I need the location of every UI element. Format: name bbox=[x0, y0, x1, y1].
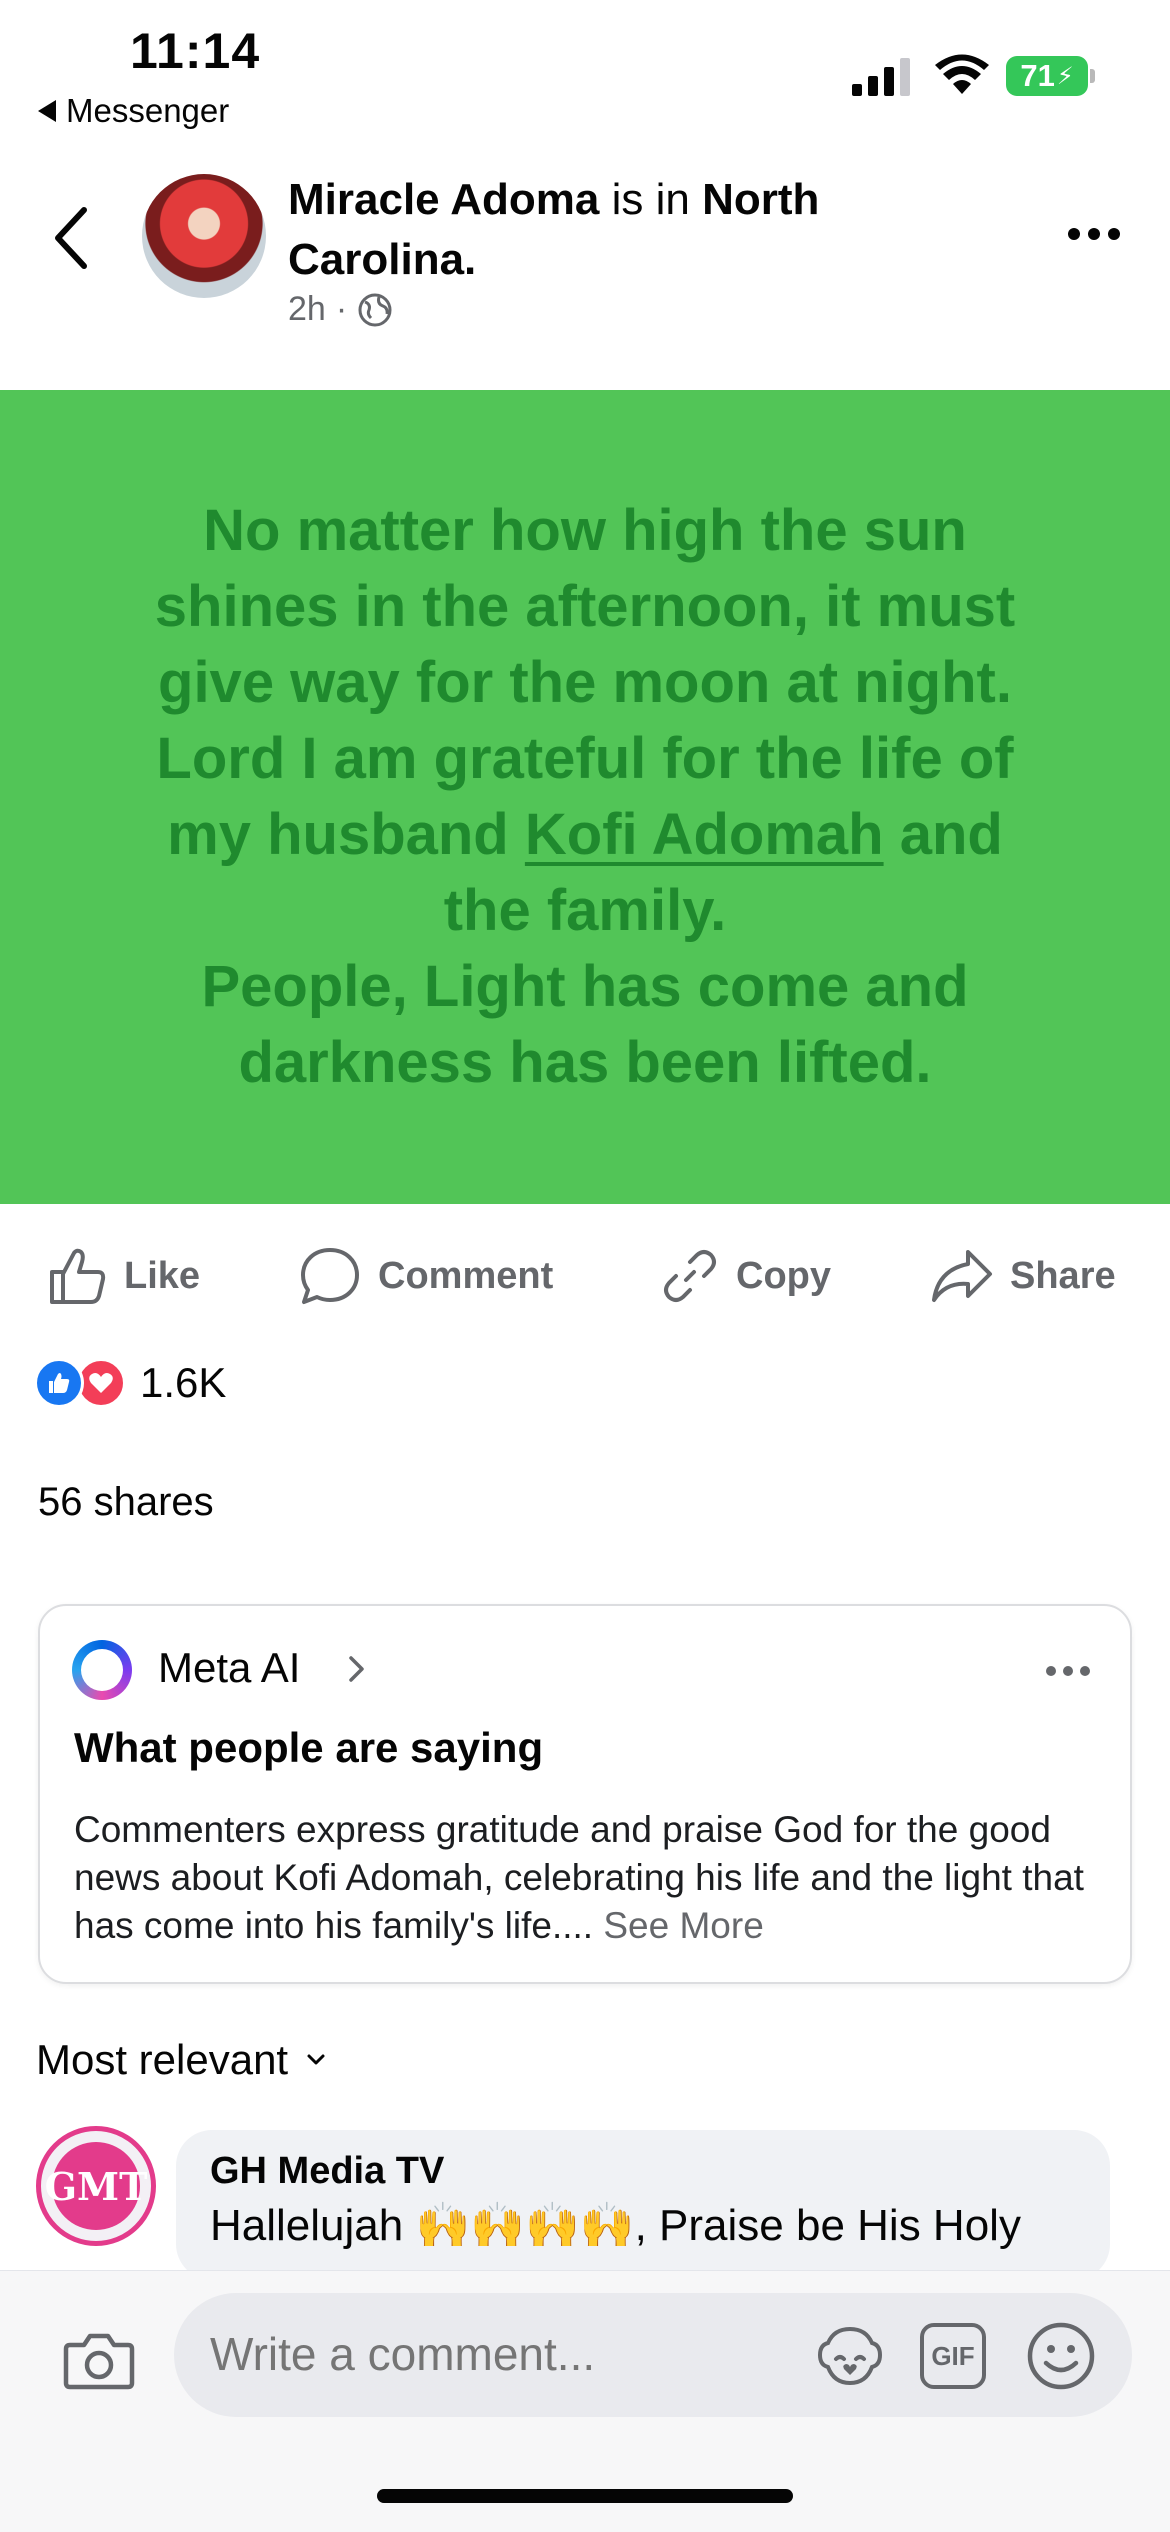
thumbs-up-icon bbox=[50, 1248, 106, 1304]
meta-ai-summary-card[interactable]: Meta AI What people are saying Commenter… bbox=[38, 1604, 1132, 1984]
emoji-icon[interactable] bbox=[1026, 2321, 1096, 2391]
meta-ai-summary-text: Commenters express gratitude and praise … bbox=[74, 1809, 1084, 1946]
gif-icon[interactable]: GIF bbox=[920, 2323, 986, 2389]
comment-label: Comment bbox=[378, 1254, 554, 1297]
author-avatar[interactable] bbox=[142, 174, 266, 298]
quote-line: my husband bbox=[167, 802, 509, 867]
comment-bubble-icon bbox=[301, 1248, 359, 1304]
chevron-right-icon bbox=[349, 1656, 364, 1682]
back-app-label: Messenger bbox=[66, 92, 230, 129]
comment-bubble[interactable]: GH Media TV Hallelujah 🙌🙌🙌🙌, Praise be H… bbox=[176, 2130, 1110, 2280]
share-arrow-icon bbox=[932, 1250, 992, 1302]
meta-ai-options-icon[interactable] bbox=[1046, 1666, 1090, 1676]
status-bar: 11:14 Messenger 71 ⚡ bbox=[0, 0, 1170, 140]
post-quote: No matter how high the sun shines in the… bbox=[155, 493, 1015, 1101]
post-text-card: No matter how high the sun shines in the… bbox=[0, 390, 1170, 1204]
quote-line: give way for the moon at night. bbox=[158, 650, 1012, 715]
reaction-summary[interactable]: 1.6K bbox=[34, 1358, 226, 1408]
like-button[interactable]: Like bbox=[46, 1245, 200, 1307]
quote-line: No matter how high the sun bbox=[203, 498, 967, 563]
copy-label: Copy bbox=[736, 1254, 831, 1297]
location-connector: is in bbox=[611, 175, 690, 224]
quote-line: shines in the afternoon, it must bbox=[154, 574, 1016, 639]
home-indicator bbox=[377, 2489, 793, 2503]
post-time[interactable]: 2h bbox=[288, 290, 326, 329]
meta-ai-heading: What people are saying bbox=[74, 1724, 544, 1771]
author-name[interactable]: Miracle Adoma bbox=[288, 175, 599, 224]
camera-icon[interactable] bbox=[62, 2331, 136, 2391]
meta-separator: · bbox=[335, 290, 348, 328]
sort-label: Most relevant bbox=[36, 2036, 289, 2083]
charging-bolt-icon: ⚡ bbox=[1056, 62, 1074, 90]
status-time: 11:14 bbox=[130, 23, 261, 79]
battery-level: 71 bbox=[1020, 58, 1055, 93]
reaction-count: 1.6K bbox=[140, 1359, 227, 1406]
chevron-down-icon bbox=[307, 2054, 325, 2065]
comment-button[interactable]: Comment bbox=[298, 1244, 553, 1308]
back-triangle-icon bbox=[38, 100, 56, 122]
post-meta: 2h · bbox=[288, 290, 393, 329]
quote-line: People, Light has come and bbox=[201, 954, 969, 1019]
comment-input[interactable] bbox=[210, 2327, 770, 2381]
comment-author[interactable]: GH Media TV bbox=[210, 2150, 1076, 2193]
meta-ai-summary: Commenters express gratitude and praise … bbox=[74, 1806, 1104, 1950]
quote-line: darkness has been lifted. bbox=[238, 1030, 932, 1095]
back-chevron-icon[interactable] bbox=[46, 202, 98, 274]
meta-ai-title: Meta AI bbox=[158, 1644, 301, 1691]
globe-icon bbox=[358, 293, 392, 326]
comment-composer-bar: GIF bbox=[0, 2270, 1170, 2532]
comment-text: Hallelujah 🙌🙌🙌🙌, Praise be His Holy bbox=[210, 2201, 1021, 2250]
comment-sort-dropdown[interactable]: Most relevant bbox=[36, 2036, 326, 2084]
post-header: Miracle Adoma is in North Carolina. 2h · bbox=[0, 160, 1170, 360]
share-label: Share bbox=[1010, 1254, 1116, 1297]
back-to-app-link[interactable]: Messenger bbox=[38, 92, 229, 130]
copy-link-button[interactable]: Copy bbox=[660, 1246, 831, 1306]
post-options-icon[interactable] bbox=[1068, 228, 1120, 240]
quote-line: Lord I am grateful for the life of bbox=[156, 726, 1014, 791]
share-button[interactable]: Share bbox=[930, 1246, 1116, 1306]
post-actions: Like Comment Copy Share bbox=[0, 1226, 1170, 1326]
avatar-sticker-icon[interactable] bbox=[814, 2323, 886, 2389]
see-more-link[interactable]: See More bbox=[603, 1905, 763, 1946]
meta-ai-logo-icon bbox=[72, 1640, 132, 1700]
post-title: Miracle Adoma is in North Carolina. bbox=[288, 170, 908, 290]
commenter-avatar[interactable]: GMT bbox=[36, 2126, 156, 2246]
battery-icon: 71 ⚡ bbox=[1006, 56, 1088, 96]
commenter-avatar-logo: GMT bbox=[45, 2142, 147, 2230]
quote-line: the family. bbox=[443, 878, 727, 943]
share-count[interactable]: 56 shares bbox=[38, 1480, 214, 1525]
battery-tip bbox=[1090, 69, 1095, 83]
wifi-icon bbox=[935, 54, 989, 94]
link-icon bbox=[664, 1250, 716, 1302]
cellular-signal-icon bbox=[852, 58, 910, 96]
like-label: Like bbox=[124, 1254, 201, 1297]
like-reaction-icon bbox=[34, 1358, 84, 1408]
mention-link[interactable]: Kofi Adomah bbox=[525, 802, 884, 867]
quote-line: and bbox=[899, 802, 1003, 867]
comment-input-wrapper: GIF bbox=[174, 2293, 1132, 2417]
